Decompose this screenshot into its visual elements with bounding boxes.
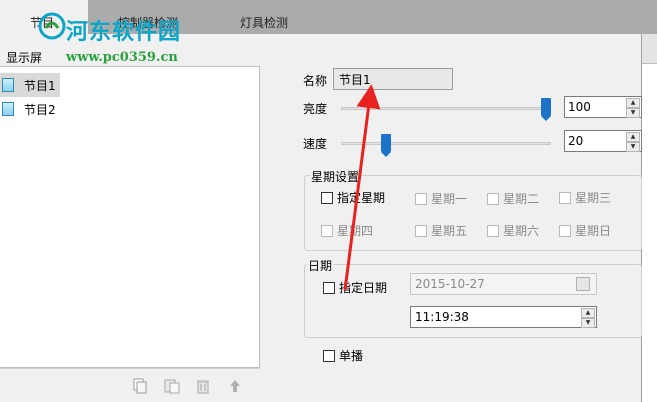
watermark-site-name: 河东软件园 (66, 19, 182, 45)
program-file-icon (2, 78, 14, 92)
specify-date-label: 指定日期 (339, 281, 388, 295)
monday-label: 星期一 (431, 192, 468, 206)
thursday-label: 星期四 (337, 224, 374, 238)
list-item-program-1[interactable]: 节目1 (0, 73, 60, 97)
program-file-icon (2, 102, 14, 116)
friday-label: 星期五 (431, 224, 468, 238)
list-toolbar (0, 368, 260, 402)
brightness-slider-track[interactable] (341, 107, 551, 110)
saturday-label: 星期六 (503, 224, 540, 238)
list-item-label: 节目1 (24, 78, 56, 93)
edge-button[interactable] (642, 34, 657, 64)
paste-icon[interactable] (161, 375, 183, 397)
time-value: 11:19:38 (415, 310, 469, 324)
sunday-checkbox[interactable]: 星期日 (559, 222, 611, 239)
list-item-program-2[interactable]: 节目2 (0, 97, 60, 121)
name-label: 名称 (303, 74, 328, 88)
sunday-label: 星期日 (575, 224, 612, 238)
speed-value: 20 (568, 134, 584, 148)
spin-up-icon[interactable]: ▲ (626, 132, 640, 142)
brightness-label: 亮度 (303, 102, 328, 116)
list-item-label: 节目2 (24, 102, 56, 117)
spin-down-icon[interactable]: ▼ (626, 142, 640, 152)
watermark-url: www.pc0359.cn (66, 50, 178, 65)
speed-spinbox[interactable]: 20 ▲ ▼ (564, 130, 642, 152)
copy-icon[interactable] (129, 375, 151, 397)
wednesday-label: 星期三 (575, 191, 612, 205)
watermark-logo (38, 12, 66, 40)
thursday-checkbox[interactable]: 星期四 (321, 222, 373, 239)
program-list: 节目1 节目2 (0, 66, 260, 368)
specify-week-checkbox[interactable]: 指定星期 (321, 189, 385, 206)
saturday-checkbox[interactable]: 星期六 (487, 222, 539, 239)
calendar-icon[interactable] (576, 277, 590, 291)
spin-up-icon[interactable]: ▲ (626, 98, 640, 108)
specify-date-checkbox[interactable]: 指定日期 (323, 279, 387, 296)
date-picker[interactable]: 2015-10-27 (410, 273, 597, 295)
speed-slider-thumb[interactable] (381, 134, 391, 157)
time-spinbox[interactable]: 11:19:38 ▲ ▼ (410, 306, 597, 328)
brightness-spinbox[interactable]: 100 ▲ ▼ (564, 96, 642, 118)
tuesday-checkbox[interactable]: 星期二 (487, 190, 539, 207)
spin-down-icon[interactable]: ▼ (581, 318, 595, 328)
tab-lamp-check[interactable]: 灯具检测 (240, 14, 288, 31)
date-group-title: 日期 (307, 257, 334, 274)
wednesday-checkbox[interactable]: 星期三 (559, 189, 611, 206)
date-value: 2015-10-27 (415, 277, 485, 291)
adjacent-window-edge (641, 34, 657, 402)
tuesday-label: 星期二 (503, 192, 540, 206)
screen-panel-title: 显示屏 (4, 49, 45, 66)
monday-checkbox[interactable]: 星期一 (415, 190, 467, 207)
brightness-slider-thumb[interactable] (541, 98, 551, 121)
week-settings-group (304, 175, 642, 251)
speed-label: 速度 (303, 137, 328, 151)
brightness-value: 100 (568, 100, 591, 114)
spin-up-icon[interactable]: ▲ (581, 308, 595, 318)
single-play-checkbox[interactable]: 单播 (323, 347, 363, 364)
specify-week-label: 指定星期 (337, 191, 386, 205)
speed-slider-track[interactable] (341, 142, 551, 145)
spin-down-icon[interactable]: ▼ (626, 108, 640, 118)
name-input[interactable]: 节目1 (333, 68, 453, 90)
single-play-label: 单播 (339, 349, 364, 363)
friday-checkbox[interactable]: 星期五 (415, 222, 467, 239)
week-settings-title: 星期设置 (310, 168, 361, 185)
trash-icon[interactable] (192, 375, 214, 397)
move-up-icon[interactable] (224, 375, 246, 397)
